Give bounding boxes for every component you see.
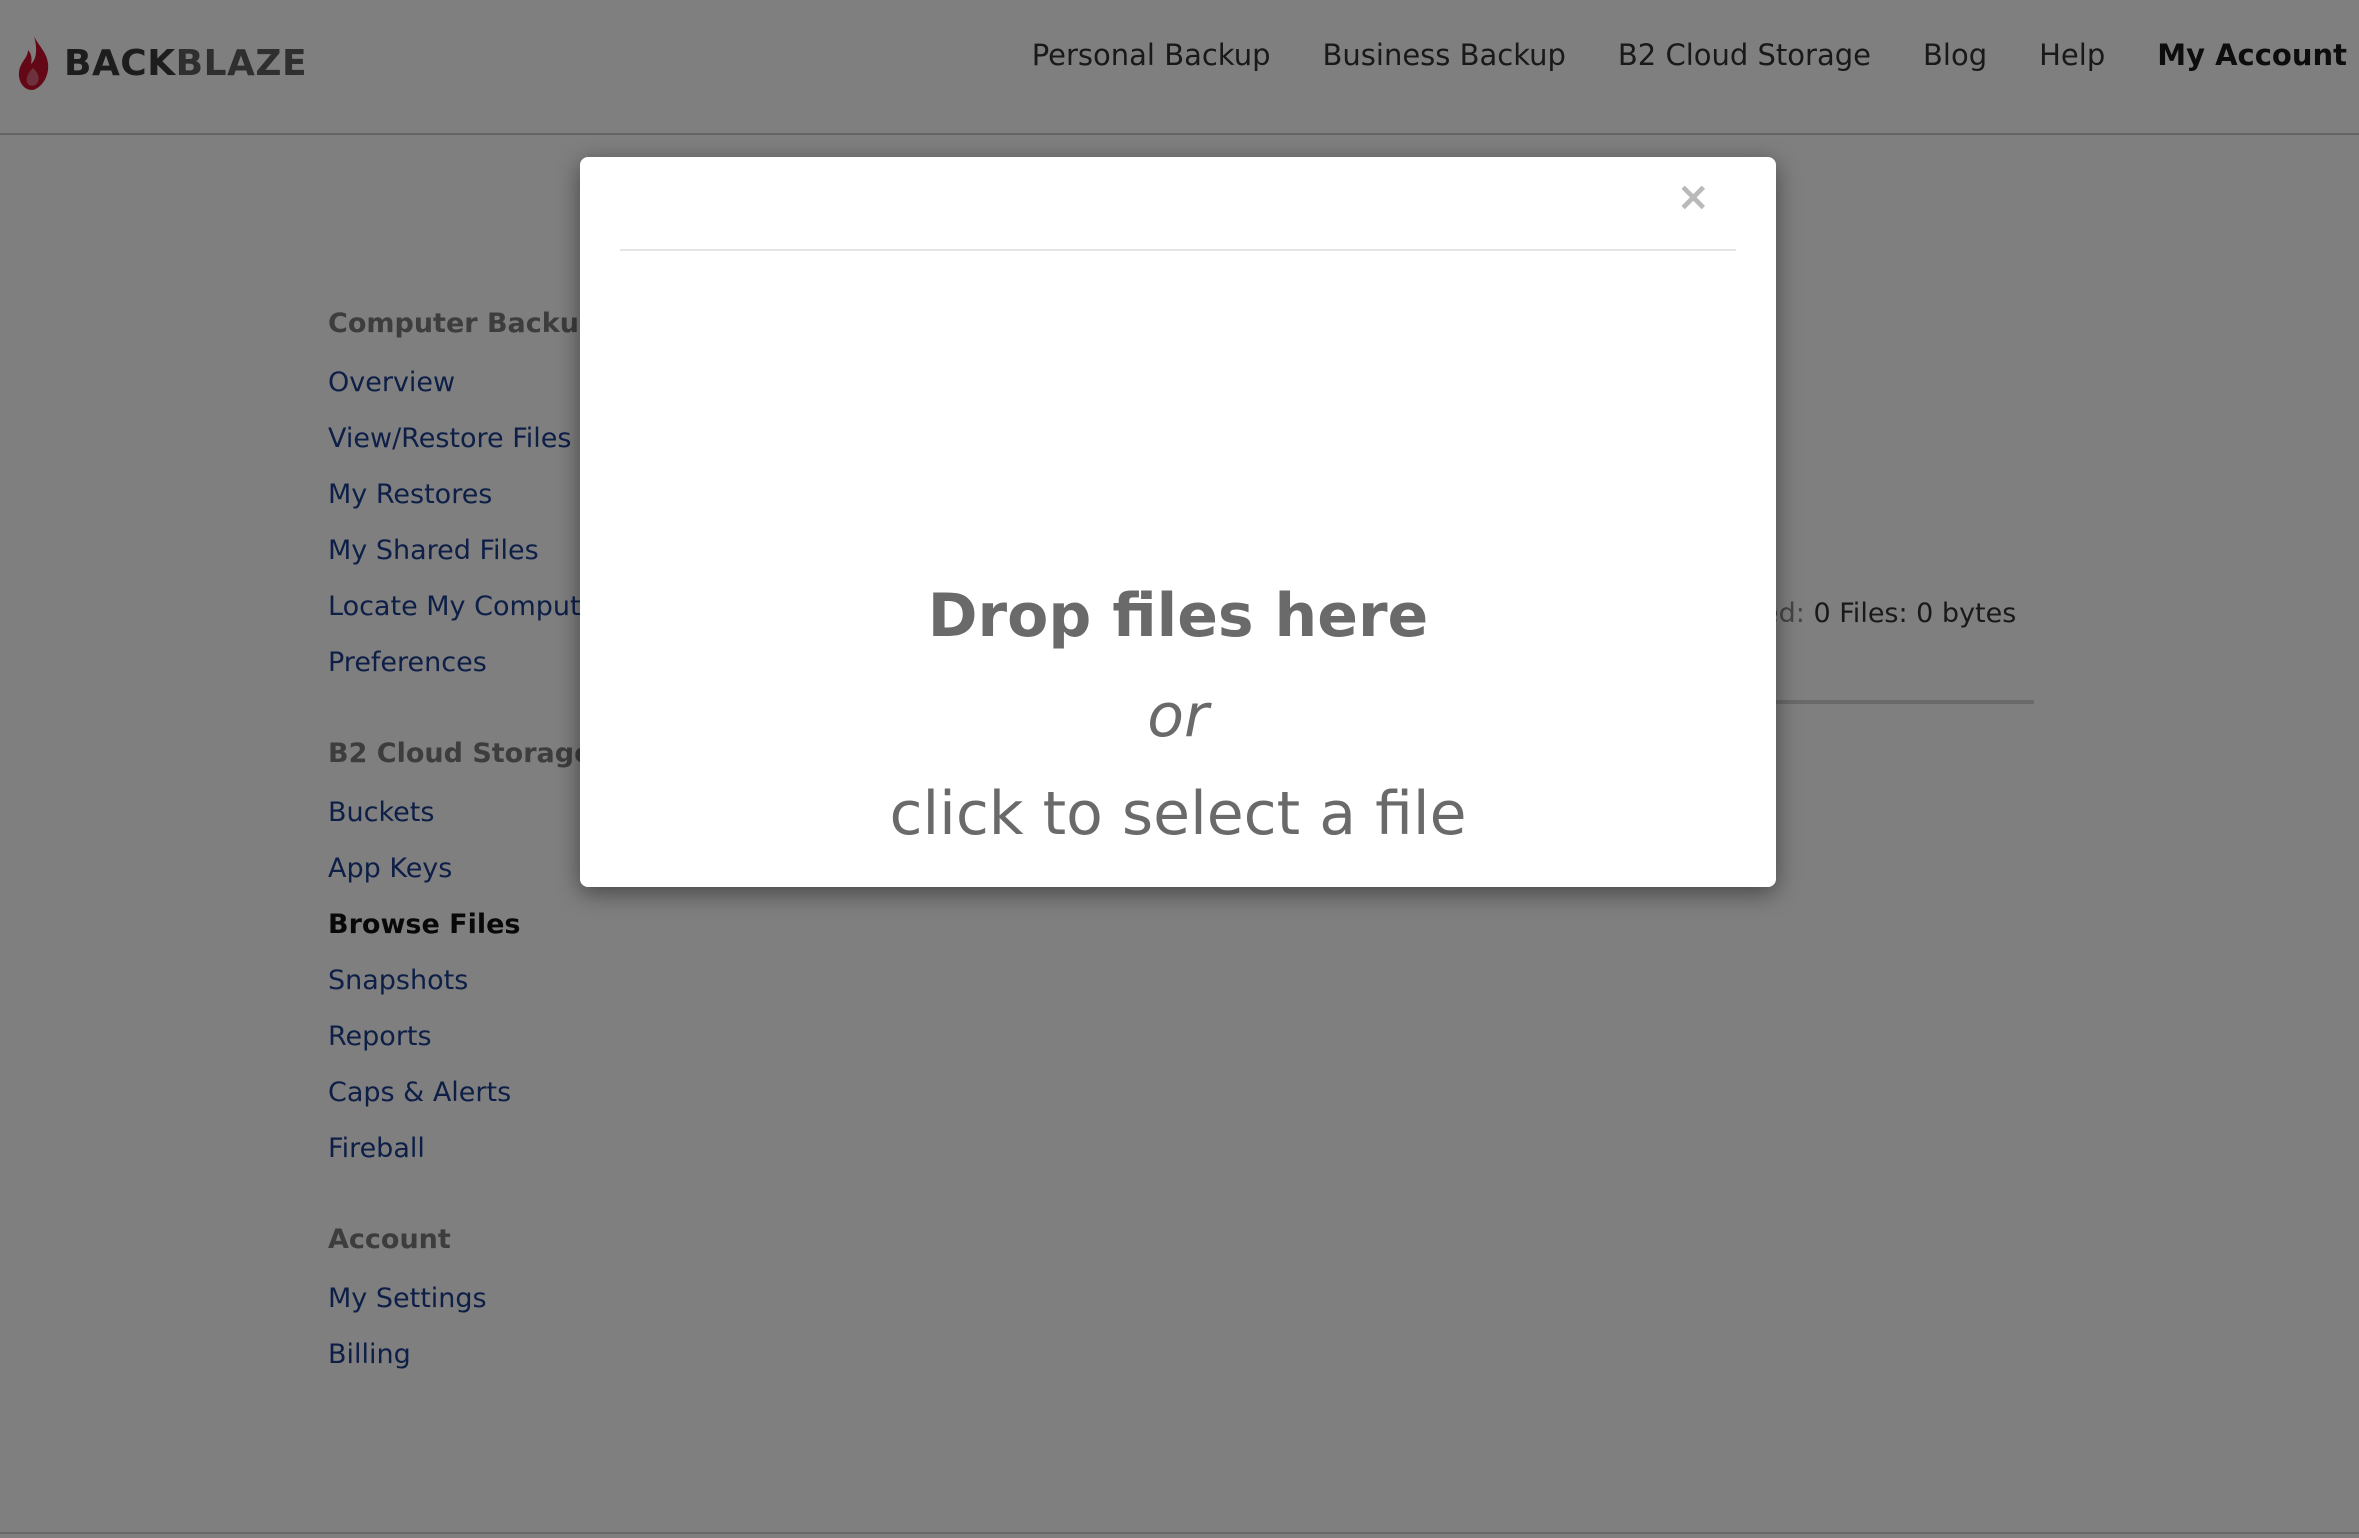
page: BACKBLAZE Personal Backup Business Backu…: [0, 0, 2359, 1538]
modal-header: ×: [620, 157, 1736, 251]
drop-title: Drop files here: [927, 581, 1429, 651]
file-dropzone[interactable]: Drop files here or click to select a fil…: [620, 251, 1736, 851]
drop-or: or: [1147, 681, 1209, 751]
upload-modal: × Drop files here or click to select a f…: [580, 157, 1776, 887]
drop-select-text: click to select a file: [889, 779, 1467, 849]
close-icon[interactable]: ×: [1676, 177, 1710, 217]
